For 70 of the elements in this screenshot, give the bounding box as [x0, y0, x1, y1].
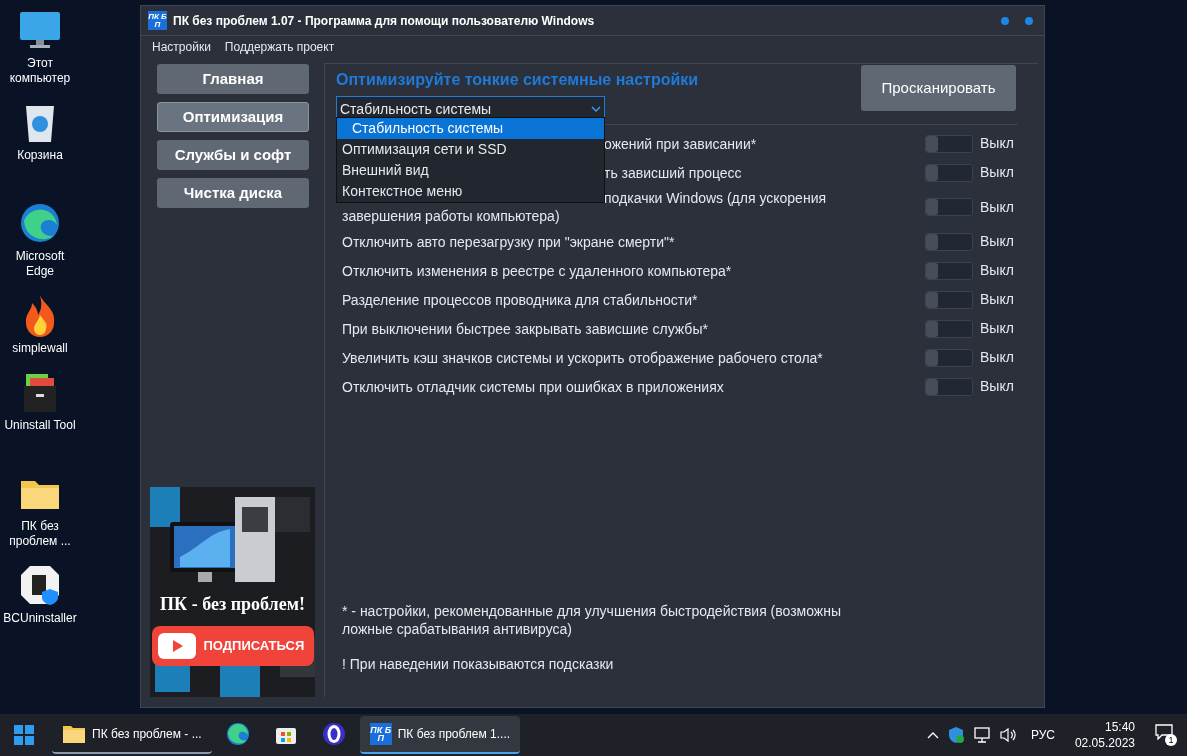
folder-icon: [62, 724, 86, 744]
setting-label: Отключить авто перезагрузку при "экране смерти"*: [342, 232, 675, 251]
app-logo: ПК БП: [148, 11, 167, 30]
setting-label: Разделение процессов проводника для стабильности*: [342, 290, 698, 309]
desktop-icon-label[interactable]: Этот компьютер: [1, 56, 79, 86]
toggle-state: Выкл: [979, 377, 1015, 396]
toggle-switch[interactable]: [925, 319, 973, 338]
windows-icon[interactable]: [13, 724, 35, 746]
taskbar-app[interactable]: ПК без проблем - ...: [52, 716, 212, 754]
toggle-state: Выкл: [979, 163, 1015, 182]
dropdown-option[interactable]: Внешний вид: [337, 160, 604, 181]
desktop-icon-label[interactable]: ПК без проблем ...: [1, 519, 79, 549]
toggle-state: Выкл: [979, 261, 1015, 280]
banner-title: ПК - без проблем!: [160, 593, 305, 616]
toggle-switch[interactable]: [925, 377, 973, 396]
scan-button[interactable]: Просканировать: [861, 65, 1016, 111]
hint-text: ! При наведении показываются подсказки: [341, 655, 615, 674]
chevron-up-icon[interactable]: [926, 731, 939, 739]
toggle-state: Выкл: [979, 290, 1015, 309]
window-title: ПК без проблем 1.07 - Программа для помощи пользователю Windows: [173, 12, 595, 30]
menu-item[interactable]: Настройки: [152, 38, 211, 56]
setting-label: завершения работы компьютера): [342, 207, 560, 225]
shield-icon[interactable]: [946, 726, 965, 744]
play-icon: [157, 633, 196, 659]
toggle-switch[interactable]: [925, 290, 973, 309]
desktop-icon-label[interactable]: BCUninstaller: [1, 611, 79, 626]
browser-icon: [225, 722, 250, 746]
footnote: * - настройки, рекомендованные для улучшения быстродействия (возможны ложные срабатывания антивируса): [341, 602, 843, 638]
toggle-switch[interactable]: [925, 261, 973, 280]
toggle-state: Выкл: [979, 134, 1015, 153]
toggle-switch[interactable]: [925, 348, 973, 367]
setting-label: ожений при зависании*: [604, 134, 757, 153]
notification-count: 1: [1165, 734, 1177, 746]
menu-item[interactable]: Поддержать проект: [224, 38, 335, 56]
desktop-icon-label[interactable]: Microsoft Edge: [1, 249, 79, 279]
toggle-switch[interactable]: [925, 134, 973, 153]
toggle-switch[interactable]: [925, 232, 973, 251]
nav-tab[interactable]: Службы и софт: [157, 140, 309, 170]
app-logo: ПК БП: [369, 723, 392, 745]
dropdown-option[interactable]: Стабильность системы: [337, 118, 604, 139]
toggle-state: Выкл: [979, 319, 1015, 338]
desktop-icon-label[interactable]: simplewall: [1, 341, 79, 356]
toggle-state: Выкл: [979, 348, 1015, 367]
uninstaller-icon: [18, 563, 62, 607]
setting-label: ть зависший процесс: [604, 163, 742, 182]
setting-label: При выключении быстрее закрывать зависшие службы*: [342, 319, 708, 338]
browser-icon: [18, 201, 62, 245]
desktop-icon-label[interactable]: Корзина: [1, 148, 79, 163]
dropdown-option[interactable]: Оптимизация сети и SSD: [337, 139, 604, 160]
language-indicator[interactable]: РУС: [1030, 726, 1055, 744]
network-icon[interactable]: [972, 726, 991, 744]
dropdown-option[interactable]: Контекстное меню: [337, 181, 604, 202]
nav-tab[interactable]: Чистка диска: [157, 178, 309, 208]
setting-label: подкачки Windows (для ускорения: [604, 189, 827, 207]
nav-tab[interactable]: Оптимизация: [157, 102, 309, 132]
clock[interactable]: 15:40 02.05.2023: [1074, 719, 1135, 751]
setting-label: Отключить отладчик системы при ошибках в приложениях: [342, 377, 724, 396]
toggle-switch[interactable]: [925, 198, 973, 216]
subscribe-button[interactable]: ПОДПИСАТЬСЯ: [151, 626, 314, 666]
toggle-state: Выкл: [979, 232, 1015, 251]
chevron-down-icon: [591, 106, 601, 112]
browser-icon: [321, 722, 346, 746]
desktop-icon-label[interactable]: Uninstall Tool: [1, 418, 79, 433]
volume-icon[interactable]: [998, 727, 1017, 743]
nav-tab[interactable]: Главная: [157, 64, 309, 94]
setting-label: Увеличить кэш значков системы и ускорить отображение рабочего стола*: [342, 348, 823, 367]
toggle-state: Выкл: [979, 197, 1015, 217]
toggle-switch[interactable]: [925, 163, 973, 182]
setting-label: Отключить изменения в реестре с удаленного компьютера*: [342, 261, 732, 280]
section-heading: Оптимизируйте тонкие системные настройки: [336, 70, 699, 90]
